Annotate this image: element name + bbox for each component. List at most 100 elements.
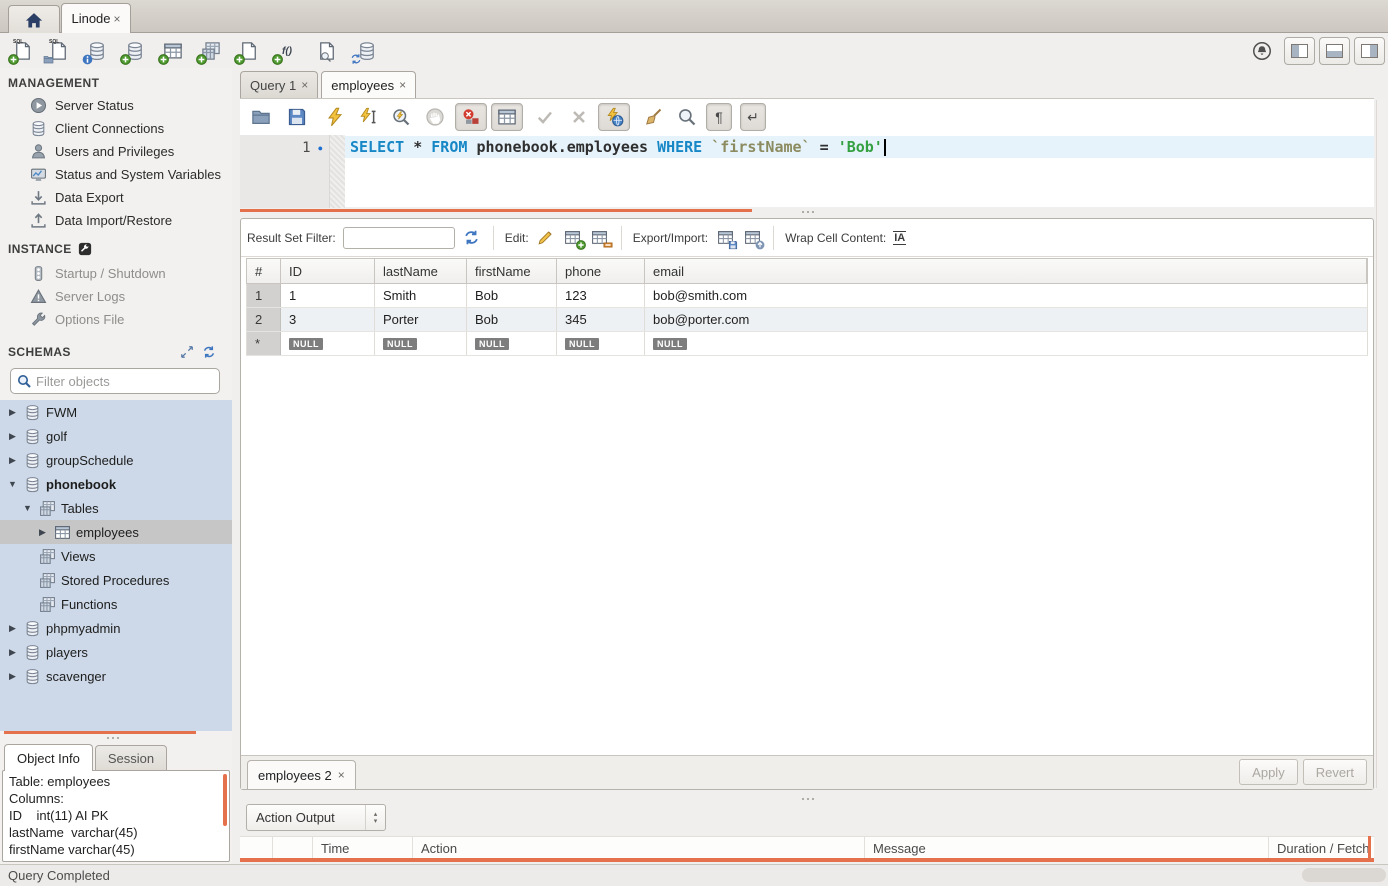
- find-button[interactable]: [674, 104, 700, 130]
- column-header-rownum[interactable]: #: [247, 259, 281, 283]
- apply-button[interactable]: Apply: [1239, 759, 1298, 785]
- sql-text-area[interactable]: SELECT * FROM phonebook.employees WHERE …: [345, 135, 1374, 208]
- tab-object-info[interactable]: Object Info: [4, 744, 93, 771]
- null-badge[interactable]: NULL: [653, 338, 687, 350]
- wrap-cell-content-icon[interactable]: IA: [893, 231, 906, 245]
- tab-session[interactable]: Session: [95, 745, 167, 771]
- result-filter-input[interactable]: [343, 227, 455, 249]
- import-records-icon[interactable]: [742, 228, 762, 248]
- execute-button[interactable]: [322, 104, 348, 130]
- expander-icon[interactable]: ▶: [6, 431, 19, 442]
- expander-icon[interactable]: ▼: [6, 479, 19, 489]
- tree-item-players[interactable]: ▶ players: [0, 640, 232, 664]
- editor-splitter-handle[interactable]: [802, 210, 820, 214]
- sidebar-item-users-privileges[interactable]: Users and Privileges: [0, 140, 232, 163]
- column-header-duration[interactable]: Duration / Fetch: [1268, 837, 1374, 860]
- beautify-button[interactable]: [640, 104, 666, 130]
- table-row-new[interactable]: * NULL NULL NULL NULL NULL: [246, 332, 1368, 356]
- null-badge[interactable]: NULL: [289, 338, 323, 350]
- close-icon[interactable]: ×: [114, 12, 121, 26]
- revert-button[interactable]: Revert: [1303, 759, 1367, 785]
- close-icon[interactable]: ×: [301, 78, 308, 92]
- insert-row-icon[interactable]: [563, 228, 583, 248]
- expander-icon[interactable]: ▶: [6, 455, 19, 466]
- new-query-tab-button[interactable]: SQL: [10, 38, 36, 64]
- tab-query-1[interactable]: Query 1 ×: [240, 71, 318, 98]
- close-icon[interactable]: ×: [399, 78, 406, 92]
- sidebar-splitter[interactable]: [232, 68, 240, 864]
- sidebar-splitter-handle[interactable]: [107, 736, 125, 740]
- spinner-icon[interactable]: ▴▾: [365, 805, 385, 830]
- column-header-phone[interactable]: phone: [557, 259, 645, 283]
- save-button[interactable]: [284, 104, 310, 130]
- toggle-right-panel-button[interactable]: [1354, 37, 1385, 65]
- sidebar-item-client-connections[interactable]: Client Connections: [0, 117, 232, 140]
- toggle-left-panel-button[interactable]: [1284, 37, 1315, 65]
- sidebar-item-server-status[interactable]: Server Status: [0, 94, 232, 117]
- column-header-message[interactable]: Message: [864, 837, 1268, 860]
- column-header-action[interactable]: Action: [412, 837, 864, 860]
- column-header-email[interactable]: email: [645, 259, 1367, 283]
- invisibles-toggle[interactable]: ¶: [706, 103, 732, 131]
- search-data-button[interactable]: [314, 38, 340, 64]
- refresh-schemas-icon[interactable]: [202, 345, 216, 359]
- tree-item-functions[interactable]: Functions: [0, 592, 232, 616]
- null-badge[interactable]: NULL: [565, 338, 599, 350]
- table-row[interactable]: 2 3 Porter Bob 345 bob@porter.com: [246, 308, 1368, 332]
- output-splitter-handle[interactable]: [802, 797, 820, 801]
- tree-item-golf[interactable]: ▶ golf: [0, 424, 232, 448]
- tree-item-phpmyadmin[interactable]: ▶ phpmyadmin: [0, 616, 232, 640]
- home-tab[interactable]: [8, 5, 60, 33]
- wrap-toggle[interactable]: ↵: [740, 103, 766, 131]
- tree-item-tables[interactable]: ▼ Tables: [0, 496, 232, 520]
- execute-current-statement-button[interactable]: [355, 104, 381, 130]
- column-header-firstname[interactable]: firstName: [467, 259, 557, 283]
- null-badge[interactable]: NULL: [475, 338, 509, 350]
- tree-item-phonebook[interactable]: ▼ phonebook: [0, 472, 232, 496]
- create-table-button[interactable]: [160, 38, 186, 64]
- sidebar-item-status-system-variables[interactable]: Status and System Variables: [0, 163, 232, 186]
- column-header-time[interactable]: Time: [312, 837, 412, 860]
- output-type-select[interactable]: Action Output ▴▾: [246, 804, 386, 831]
- toggle-bottom-panel-button[interactable]: [1319, 37, 1350, 65]
- expander-icon[interactable]: ▶: [6, 647, 19, 658]
- tree-item-groupschedule[interactable]: ▶ groupSchedule: [0, 448, 232, 472]
- sidebar-item-options-file[interactable]: Options File: [0, 308, 232, 331]
- create-function-button[interactable]: f(): [274, 38, 300, 64]
- toggle-stop-on-error-button[interactable]: [455, 103, 487, 131]
- schema-transfer-button[interactable]: [354, 38, 380, 64]
- expander-icon[interactable]: ▶: [6, 623, 19, 634]
- delete-row-icon[interactable]: [590, 228, 610, 248]
- create-view-button[interactable]: [198, 38, 224, 64]
- horizontal-scrollbar-thumb[interactable]: [1302, 868, 1386, 882]
- explain-button[interactable]: [388, 104, 414, 130]
- refresh-icon[interactable]: [462, 228, 482, 248]
- open-file-button[interactable]: [248, 104, 274, 130]
- expander-icon[interactable]: ▼: [21, 503, 34, 513]
- tree-item-scavenger[interactable]: ▶ scavenger: [0, 664, 232, 688]
- expand-panel-icon[interactable]: [180, 345, 194, 359]
- schema-filter-input[interactable]: [36, 374, 196, 389]
- tab-employees-2[interactable]: employees 2 ×: [247, 760, 356, 789]
- sidebar-item-data-export[interactable]: Data Export: [0, 186, 232, 209]
- sidebar-item-startup-shutdown[interactable]: Startup / Shutdown: [0, 262, 232, 285]
- vertical-scrollbar[interactable]: [1376, 100, 1386, 788]
- table-row[interactable]: 1 1 Smith Bob 123 bob@smith.com: [246, 284, 1368, 308]
- sidebar-item-server-logs[interactable]: Server Logs: [0, 285, 232, 308]
- expander-icon[interactable]: ▶: [36, 527, 49, 538]
- null-badge[interactable]: NULL: [383, 338, 417, 350]
- tree-item-employees[interactable]: ▶ employees: [0, 520, 232, 544]
- create-schema-button[interactable]: [122, 38, 148, 64]
- inspect-database-button[interactable]: [84, 38, 110, 64]
- tab-employees[interactable]: employees ×: [321, 71, 416, 98]
- open-sql-script-button[interactable]: SQL: [46, 38, 72, 64]
- export-recordset-icon[interactable]: [715, 228, 735, 248]
- sql-editor-body[interactable]: 1 ● SELECT * FROM phonebook.employees WH…: [240, 135, 1374, 208]
- autocommit-toggle[interactable]: [598, 103, 630, 131]
- close-icon[interactable]: ×: [338, 768, 345, 782]
- sidebar-item-data-import[interactable]: Data Import/Restore: [0, 209, 232, 232]
- tree-item-fwm[interactable]: ▶ FWM: [0, 400, 232, 424]
- tree-item-stored-procedures[interactable]: Stored Procedures: [0, 568, 232, 592]
- notifications-icon[interactable]: [1249, 38, 1275, 64]
- column-header-lastname[interactable]: lastName: [375, 259, 467, 283]
